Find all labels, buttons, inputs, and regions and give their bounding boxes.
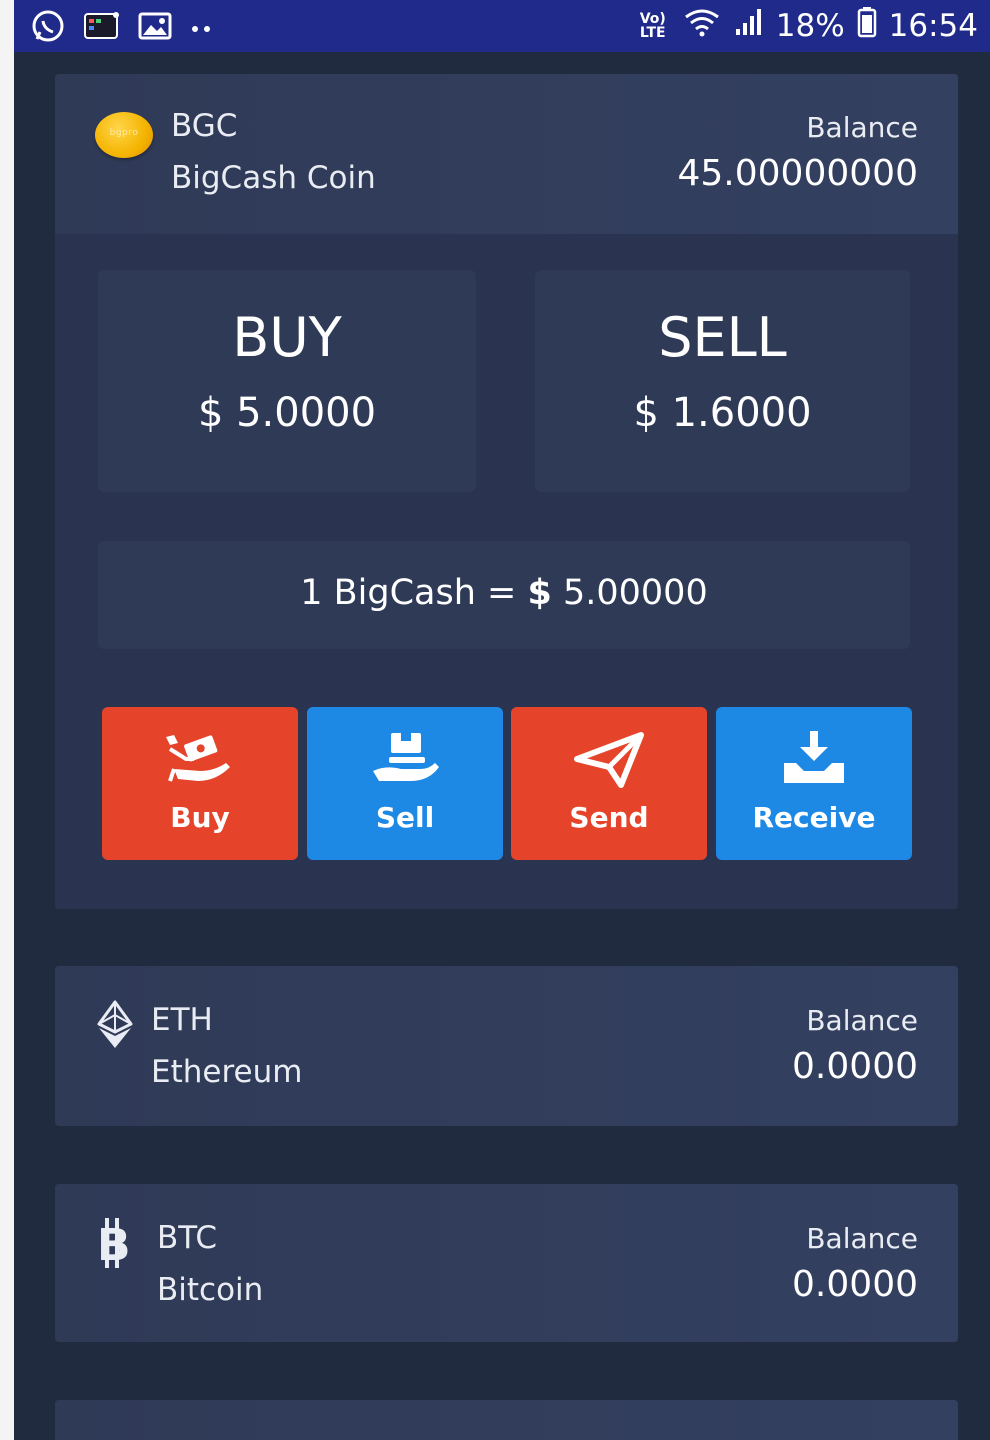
svg-text:B: B — [97, 1220, 131, 1270]
app-notification-icon — [84, 11, 120, 45]
signal-icon — [734, 7, 764, 45]
bigcash-logo-text: bgpro — [109, 128, 139, 138]
rate-dollar-sign: $ — [527, 573, 552, 613]
bigcash-coin-logo-icon: bgpro — [95, 112, 153, 158]
rate-prefix: 1 BigCash = — [300, 573, 528, 613]
send-button-label: Send — [569, 801, 649, 834]
next-coin-card[interactable] — [55, 1400, 958, 1440]
eth-coin-card[interactable]: ETH Ethereum Balance 0.0000 — [55, 966, 958, 1126]
battery-percent: 18% — [775, 8, 845, 44]
balance-label: Balance — [806, 111, 918, 144]
rate-value: 5.00000 — [551, 573, 708, 613]
ethereum-icon — [95, 1000, 135, 1054]
coin-symbol: BTC — [157, 1220, 218, 1256]
coin-name: Bitcoin — [157, 1272, 264, 1308]
download-tray-icon — [716, 729, 912, 793]
sell-button[interactable]: Sell — [307, 707, 503, 860]
balance-value: 45.00000000 — [677, 153, 919, 194]
sell-price-box: SELL $ 1.6000 — [535, 270, 910, 492]
sell-price-value: $ 1.6000 — [633, 390, 812, 436]
coin-name: BigCash Coin — [171, 160, 376, 196]
send-button[interactable]: Send — [511, 707, 707, 860]
status-time: 16:54 — [888, 8, 978, 44]
receive-button-label: Receive — [752, 801, 876, 834]
receive-button[interactable]: Receive — [716, 707, 912, 860]
coin-symbol: ETH — [151, 1002, 213, 1038]
phone-screen: Vo) LTE 18% 16:54 bgpro BGC BigCash Coin… — [14, 0, 990, 1440]
balance-value: 0.0000 — [792, 1046, 918, 1087]
exchange-rate-text: 1 BigCash = $ 5.00000 — [98, 573, 910, 613]
hand-money-icon — [102, 729, 298, 793]
buy-button-label: Buy — [170, 801, 230, 834]
buy-price-box: BUY $ 5.0000 — [98, 270, 476, 492]
whatsapp-icon — [30, 8, 66, 48]
buy-price-value: $ 5.0000 — [197, 390, 377, 436]
paper-plane-icon — [511, 729, 707, 793]
bgc-coin-header[interactable]: bgpro BGC BigCash Coin Balance 45.000000… — [55, 74, 958, 234]
volte-lte-label: Vo) LTE — [639, 11, 666, 41]
status-bar: Vo) LTE 18% 16:54 — [14, 0, 990, 52]
balance-label: Balance — [806, 1222, 918, 1255]
coin-name: Ethereum — [151, 1054, 303, 1090]
buy-button[interactable]: Buy — [102, 707, 298, 860]
sell-button-label: Sell — [375, 801, 435, 834]
bitcoin-icon: B — [95, 1216, 139, 1274]
btc-coin-card[interactable]: B BTC Bitcoin Balance 0.0000 — [55, 1184, 958, 1342]
battery-icon — [857, 6, 877, 46]
wifi-icon — [682, 7, 722, 45]
gallery-icon — [138, 11, 172, 45]
hand-box-icon — [307, 729, 503, 793]
buy-price-title: BUY — [232, 306, 342, 369]
more-dots-icon — [190, 19, 214, 38]
balance-value: 0.0000 — [792, 1264, 918, 1305]
exchange-rate-box: 1 BigCash = $ 5.00000 — [98, 541, 910, 649]
balance-label: Balance — [806, 1004, 918, 1037]
bgc-coin-card: bgpro BGC BigCash Coin Balance 45.000000… — [55, 74, 958, 909]
coin-symbol: BGC — [171, 108, 238, 144]
sell-price-title: SELL — [658, 306, 787, 369]
